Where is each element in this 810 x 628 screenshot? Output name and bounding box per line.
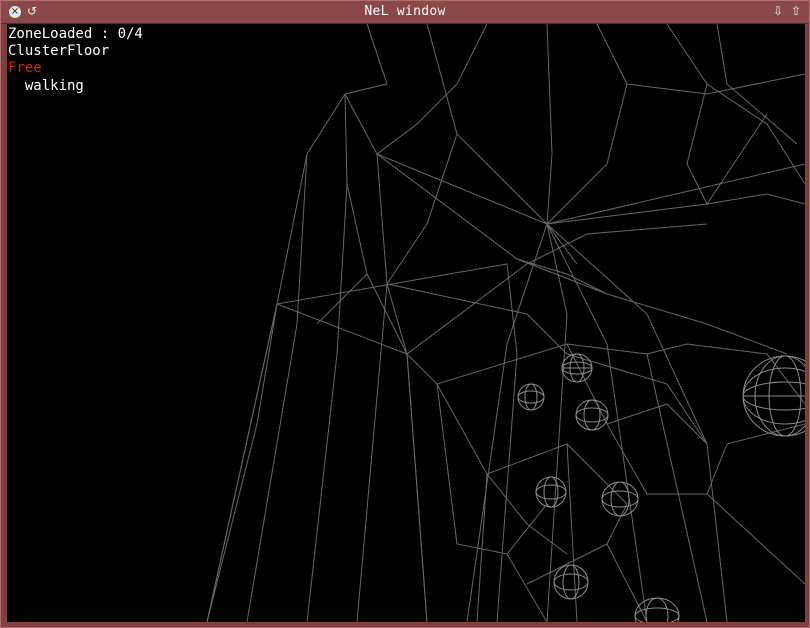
wireframe-edge xyxy=(344,24,388,95)
wire-sphere xyxy=(535,476,567,508)
wireframe-edge xyxy=(706,193,805,205)
wireframe-scene xyxy=(206,24,805,622)
wireframe-edge xyxy=(466,223,548,622)
wireframe-edge xyxy=(406,353,428,622)
maximize-icon[interactable]: ⇧ xyxy=(791,4,801,18)
wireframe-edge xyxy=(246,153,308,622)
wireframe-edge xyxy=(346,183,408,355)
wireframe-edge xyxy=(306,93,348,622)
wireframe-edge xyxy=(686,83,708,205)
wireframe-edge xyxy=(316,273,368,325)
wireframe-edge xyxy=(646,353,708,622)
hud-zone-loaded: ZoneLoaded : 0/4 xyxy=(8,26,143,42)
wireframe-edge xyxy=(546,223,648,622)
wireframe-edge xyxy=(596,24,805,95)
wire-sphere xyxy=(553,564,589,600)
wireframe-edge xyxy=(376,153,428,622)
window-title: NeL window xyxy=(364,4,446,19)
nel-window: × ↺ NeL window ⇩ ⇧ ZoneLoaded: 0/4 Clus… xyxy=(0,0,810,628)
wireframe-edge xyxy=(276,223,708,355)
wire-sphere xyxy=(575,399,609,431)
wireframe-edge xyxy=(506,553,548,622)
wireframe-edge xyxy=(206,303,278,622)
wire-sphere-large xyxy=(742,355,805,437)
wireframe-edge xyxy=(406,353,568,555)
wireframe-edge xyxy=(344,93,768,225)
wireframe-edge xyxy=(426,24,578,265)
wireframe-edge xyxy=(686,343,805,405)
wireframe-edge xyxy=(386,283,708,445)
wireframe-edge xyxy=(206,93,346,622)
wire-sphere xyxy=(634,597,680,622)
wireframe-edge xyxy=(356,283,388,622)
wire-sphere xyxy=(601,481,639,517)
wireframe-edge xyxy=(546,24,553,225)
hud-cluster: ClusterFloor xyxy=(8,43,110,59)
wireframe-edge xyxy=(606,403,708,445)
minimize-icon[interactable]: ⇩ xyxy=(773,4,783,18)
wire-sphere xyxy=(517,383,545,411)
wire-sphere xyxy=(561,353,593,383)
wireframe-edge xyxy=(386,133,458,285)
wireframe-edge xyxy=(376,153,788,355)
wireframe-edge xyxy=(546,83,628,225)
title-bar[interactable]: × ↺ NeL window ⇩ ⇧ xyxy=(1,1,809,24)
wireframe-edge xyxy=(546,223,568,622)
3d-viewport[interactable]: ZoneLoaded : 0/4 ClusterFloor Free walki… xyxy=(7,24,805,622)
hud-mode: Free xyxy=(8,60,42,76)
hud-state: walking xyxy=(8,78,84,94)
